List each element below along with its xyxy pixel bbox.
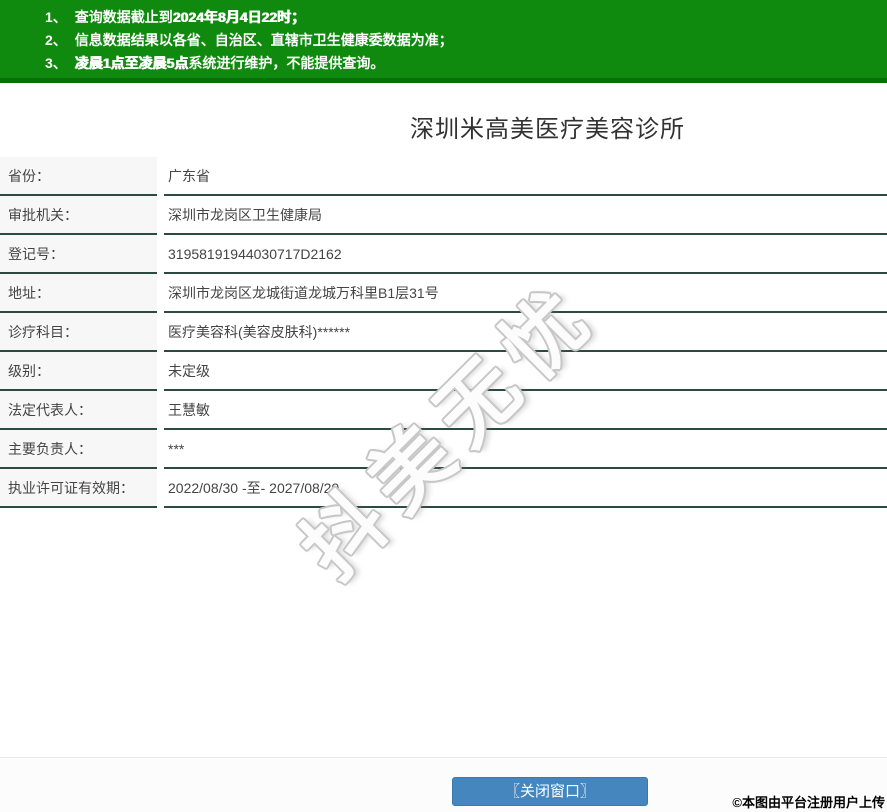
row-value: 未定级 [164, 352, 887, 391]
row-value: 王慧敏 [164, 391, 887, 430]
info-table: 省份： 广东省 审批机关： 深圳市龙岗区卫生健康局 登记号： 319581919… [0, 157, 887, 508]
copyright-note: ©本图由平台注册用户上传 [732, 792, 885, 811]
table-row-address: 地址： 深圳市龙岗区龙城街道龙城万科里B1层31号 [0, 274, 887, 313]
notice-text-strong: 2024年8月4日22时； [173, 9, 305, 25]
row-value: 深圳市龙岗区龙城街道龙城万科里B1层31号 [164, 274, 887, 313]
row-label: 级别： [0, 352, 157, 391]
row-value: 深圳市龙岗区卫生健康局 [164, 196, 887, 235]
notice-banner: 1、查询数据截止到2024年8月4日22时； 2、信息数据结果以各省、自治区、直… [0, 0, 887, 83]
notice-line-number: 3、 [45, 55, 67, 71]
row-label: 执业许可证有效期： [0, 469, 157, 508]
row-label: 主要负责人： [0, 430, 157, 469]
table-row-license-validity: 执业许可证有效期： 2022/08/30 -至- 2027/08/29 [0, 469, 887, 508]
license-query-page: 1、查询数据截止到2024年8月4日22时； 2、信息数据结果以各省、自治区、直… [0, 0, 887, 812]
row-value: 医疗美容科(美容皮肤科)****** [164, 313, 887, 352]
table-row-medical-subjects: 诊疗科目： 医疗美容科(美容皮肤科)****** [0, 313, 887, 352]
row-label: 地址： [0, 274, 157, 313]
row-value: 2022/08/30 -至- 2027/08/29 [164, 469, 887, 508]
notice-line-1: 1、查询数据截止到2024年8月4日22时； [45, 6, 877, 29]
close-window-button[interactable]: 〖关闭窗口〗 [452, 777, 648, 806]
row-label: 登记号： [0, 235, 157, 274]
row-value: 广东省 [164, 157, 887, 196]
row-value: 31958191944030717D2162 [164, 235, 887, 274]
notice-text: 系统进行维护，不能提供查询。 [188, 55, 384, 71]
notice-text: 信息数据结果以各省、自治区、直辖市卫生健康委数据为准； [75, 32, 453, 48]
table-row-province: 省份： 广东省 [0, 157, 887, 196]
row-label: 省份： [0, 157, 157, 196]
notice-line-2: 2、信息数据结果以各省、自治区、直辖市卫生健康委数据为准； [45, 29, 877, 52]
table-row-principal: 主要负责人： *** [0, 430, 887, 469]
row-value: *** [164, 430, 887, 469]
notice-line-3: 3、凌晨1点至凌晨5点系统进行维护，不能提供查询。 [45, 52, 877, 75]
notice-line-number: 2、 [45, 32, 67, 48]
table-row-registration-number: 登记号： 31958191944030717D2162 [0, 235, 887, 274]
notice-text-strong: 凌晨1点至凌晨5点 [75, 55, 189, 71]
clinic-title: 深圳米高美医疗美容诊所 [0, 83, 887, 157]
notice-text: 查询数据截止到 [75, 9, 173, 25]
row-label: 诊疗科目： [0, 313, 157, 352]
table-row-level: 级别： 未定级 [0, 352, 887, 391]
table-row-legal-representative: 法定代表人： 王慧敏 [0, 391, 887, 430]
notice-line-number: 1、 [45, 9, 67, 25]
row-label: 审批机关： [0, 196, 157, 235]
table-row-approval-authority: 审批机关： 深圳市龙岗区卫生健康局 [0, 196, 887, 235]
row-label: 法定代表人： [0, 391, 157, 430]
